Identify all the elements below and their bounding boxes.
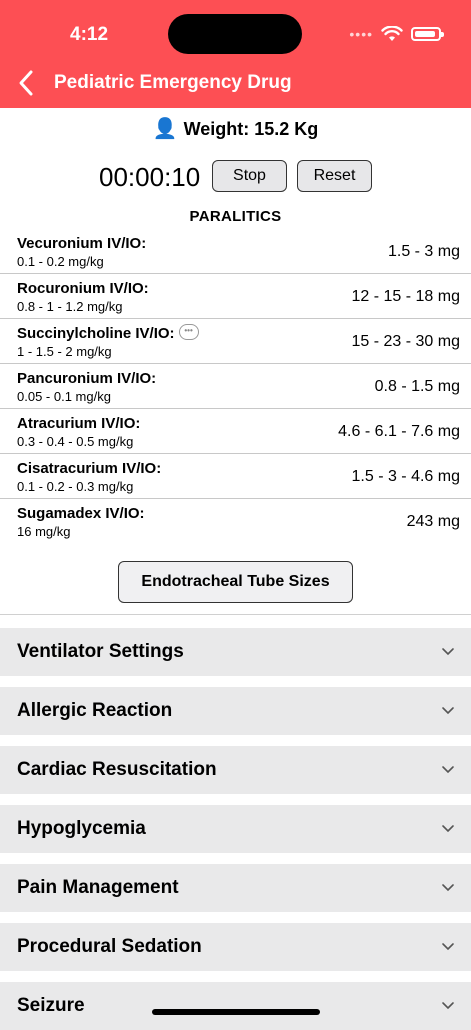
section-pain-management[interactable]: Pain Management: [0, 864, 471, 912]
drug-dose: 16 mg/kg: [17, 524, 71, 539]
section-label: Seizure: [17, 995, 85, 1016]
chevron-down-icon: [442, 884, 454, 892]
drug-dose: 0.1 - 0.2 - 0.3 mg/kg: [17, 479, 134, 494]
drug-name: Cisatracurium IV/IO:: [17, 460, 162, 477]
drug-name: Succinylcholine IV/IO:: [17, 325, 175, 342]
person-icon: 👤: [152, 118, 178, 140]
chevron-down-icon: [442, 825, 454, 833]
section-label: Ventilator Settings: [17, 641, 184, 662]
back-chevron-icon[interactable]: [14, 68, 40, 98]
signal-icon: ••••: [349, 26, 373, 42]
weight-text: Weight: 15.2 Kg: [183, 119, 319, 139]
reset-button[interactable]: Reset: [297, 160, 372, 192]
divider: [0, 614, 471, 615]
chevron-down-icon: [442, 707, 454, 715]
section-label: Cardiac Resuscitation: [17, 759, 217, 780]
drug-name: Vecuronium IV/IO:: [17, 235, 147, 252]
drug-row-vecuronium: Vecuronium IV/IO: 0.1 - 0.2 mg/kg 1.5 - …: [0, 229, 471, 274]
drug-total: 243 mg: [406, 513, 460, 530]
drug-name: Pancuronium IV/IO:: [17, 370, 157, 387]
drug-dose: 0.3 - 0.4 - 0.5 mg/kg: [17, 434, 134, 449]
status-time: 4:12: [70, 24, 109, 45]
drug-row-atracurium: Atracurium IV/IO: 0.3 - 0.4 - 0.5 mg/kg …: [0, 409, 471, 454]
section-cardiac-resuscitation[interactable]: Cardiac Resuscitation: [0, 746, 471, 794]
drug-name-wrap: Succinylcholine IV/IO: •••: [17, 324, 199, 342]
drug-total: 1.5 - 3 mg: [387, 243, 460, 260]
section-procedural-sedation[interactable]: Procedural Sedation: [0, 923, 471, 971]
drug-row-succinylcholine: Succinylcholine IV/IO: ••• 1 - 1.5 - 2 mg…: [0, 319, 471, 364]
section-label: Procedural Sedation: [17, 936, 202, 957]
drug-name: Atracurium IV/IO:: [17, 415, 141, 432]
section-hypoglycemia[interactable]: Hypoglycemia: [0, 805, 471, 853]
stop-button[interactable]: Stop: [212, 160, 287, 192]
drug-dose: 0.8 - 1 - 1.2 mg/kg: [17, 299, 123, 314]
timer-row: 00:00:10 Stop Reset: [0, 160, 471, 196]
endotracheal-tube-sizes-button[interactable]: Endotracheal Tube Sizes: [118, 561, 353, 603]
drug-list: Vecuronium IV/IO: 0.1 - 0.2 mg/kg 1.5 - …: [0, 229, 471, 544]
home-indicator: [152, 1009, 320, 1015]
section-label: Pain Management: [17, 877, 179, 898]
drug-row-cisatracurium: Cisatracurium IV/IO: 0.1 - 0.2 - 0.3 mg/…: [0, 454, 471, 499]
drug-row-sugamadex: Sugamadex IV/IO: 16 mg/kg 243 mg: [0, 499, 471, 544]
drug-name: Rocuronium IV/IO:: [17, 280, 149, 297]
chevron-down-icon: [442, 766, 454, 774]
chat-bubble-icon[interactable]: •••: [178, 324, 199, 341]
section-title: PARALITICS: [189, 208, 282, 225]
drug-row-rocuronium: Rocuronium IV/IO: 0.8 - 1 - 1.2 mg/kg 12…: [0, 274, 471, 319]
page-title: Pediatric Emergency Drug: [54, 72, 292, 93]
drug-total: 0.8 - 1.5 mg: [374, 378, 460, 395]
drug-total: 1.5 - 3 - 4.6 mg: [351, 468, 461, 485]
drug-name: Sugamadex IV/IO:: [17, 505, 145, 522]
section-label: Allergic Reaction: [17, 700, 173, 721]
weight-display: 👤 Weight: 15.2 Kg: [0, 116, 471, 141]
drug-dose: 1 - 1.5 - 2 mg/kg: [17, 344, 112, 359]
drug-total: 4.6 - 6.1 - 7.6 mg: [338, 423, 460, 440]
battery-icon: [411, 27, 444, 41]
drug-row-pancuronium: Pancuronium IV/IO: 0.05 - 0.1 mg/kg 0.8 …: [0, 364, 471, 409]
drug-dose: 0.05 - 0.1 mg/kg: [17, 389, 111, 404]
nav-header: 4:12 •••• Pediatric Emergency Drug: [0, 0, 471, 108]
section-label: Hypoglycemia: [17, 818, 146, 839]
drug-dose: 0.1 - 0.2 mg/kg: [17, 254, 104, 269]
wifi-icon: [381, 26, 403, 41]
section-seizure[interactable]: Seizure: [0, 982, 471, 1030]
timer-display: 00:00:10: [99, 162, 201, 192]
status-icons: ••••: [349, 26, 444, 42]
section-allergic-reaction[interactable]: Allergic Reaction: [0, 687, 471, 735]
drug-total: 12 - 15 - 18 mg: [351, 288, 461, 305]
chevron-down-icon: [442, 943, 454, 951]
chevron-down-icon: [442, 1002, 454, 1010]
drug-total: 15 - 23 - 30 mg: [351, 333, 461, 350]
chevron-down-icon: [442, 648, 454, 656]
section-ventilator-settings[interactable]: Ventilator Settings: [0, 628, 471, 676]
dynamic-island: [168, 14, 302, 54]
